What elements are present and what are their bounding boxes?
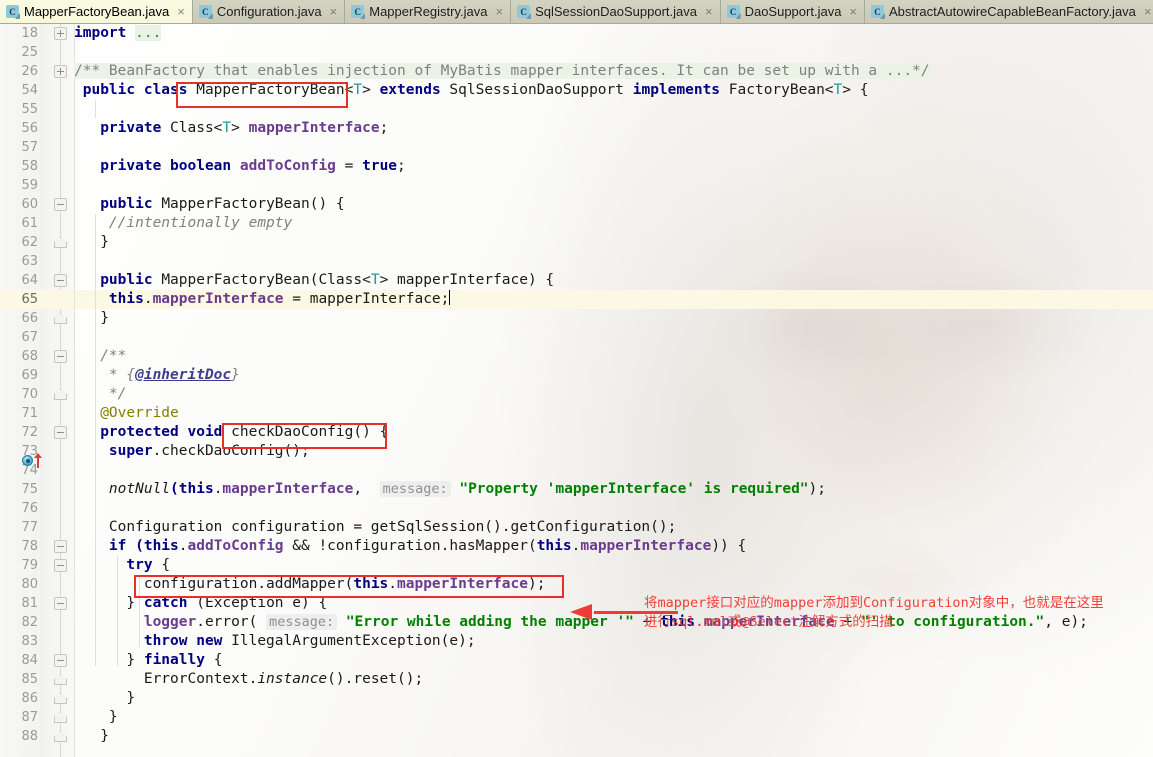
close-icon[interactable]: × — [496, 5, 504, 18]
code-line-65[interactable]: this.mapperInterface = mapperInterface; — [74, 290, 451, 309]
java-class-icon: C — [517, 5, 531, 18]
code-line-68[interactable]: /** — [74, 347, 126, 366]
code-line-80[interactable]: configuration.addMapper(this.mapperInter… — [74, 575, 546, 594]
tab-label: MapperFactoryBean.java — [24, 4, 170, 19]
tab-mapper-registry[interactable]: C MapperRegistry.java × — [345, 0, 512, 23]
close-icon[interactable]: × — [705, 5, 713, 18]
code-content[interactable]: import ... /** BeanFactory that enables … — [0, 24, 1153, 757]
java-class-icon: C — [871, 5, 885, 18]
code-line-66[interactable]: } — [74, 309, 109, 328]
annotation-text: 将mapper接口对应的mapper添加到Configuration对象中，也就… — [644, 594, 1149, 632]
java-class-icon: C — [351, 5, 365, 18]
code-line-86[interactable]: } — [74, 689, 135, 708]
tab-configuration[interactable]: C Configuration.java × — [192, 0, 346, 23]
tab-label: SqlSessionDaoSupport.java — [535, 4, 697, 19]
code-line-83[interactable]: throw new IllegalArgumentException(e); — [74, 632, 476, 651]
tab-label: MapperRegistry.java — [369, 4, 488, 19]
tab-label: Configuration.java — [216, 4, 322, 19]
close-icon[interactable]: × — [849, 5, 857, 18]
code-line-87[interactable]: } — [74, 708, 118, 727]
code-line-79[interactable]: try { — [74, 556, 170, 575]
code-line-72[interactable]: protected void checkDaoConfig() { — [74, 423, 388, 442]
code-line-71[interactable]: @Override — [74, 404, 179, 423]
code-line-54[interactable]: public class MapperFactoryBean<T> extend… — [74, 81, 869, 100]
tab-sql-session-dao-support[interactable]: C SqlSessionDaoSupport.java × — [511, 0, 721, 23]
code-line-62[interactable]: } — [74, 233, 109, 252]
java-class-icon: C — [726, 5, 740, 18]
tab-mapper-factory-bean[interactable]: C MapperFactoryBean.java × — [0, 0, 193, 23]
code-line-78[interactable]: if (this.addToConfig && !configuration.h… — [74, 537, 746, 556]
code-line-60[interactable]: public MapperFactoryBean() { — [74, 195, 344, 214]
code-line-81[interactable]: } catch (Exception e) { — [74, 594, 327, 613]
tab-label: AbstractAutowireCapableBeanFactory.java — [889, 4, 1136, 19]
tab-abstract-autowire-capable-bean-factory[interactable]: C AbstractAutowireCapableBeanFactory.jav… — [865, 0, 1153, 23]
tab-dao-support[interactable]: C DaoSupport.java × — [720, 0, 866, 23]
java-class-icon: C — [198, 5, 212, 18]
close-icon[interactable]: × — [1144, 5, 1152, 18]
editor-tab-bar: C MapperFactoryBean.java × C Configurati… — [0, 0, 1153, 24]
code-line-70[interactable]: */ — [74, 385, 126, 404]
close-icon[interactable]: × — [177, 5, 185, 18]
code-line-75[interactable]: notNull(this.mapperInterface, message: "… — [74, 480, 826, 499]
code-line-26[interactable]: /** BeanFactory that enables injection o… — [74, 62, 930, 81]
annotation-line-2: 进行sql.xml或@Select注解方式的扫描 — [644, 614, 893, 630]
code-line-69[interactable]: * {@inheritDoc} — [74, 366, 240, 385]
java-class-icon: C — [6, 5, 19, 18]
code-line-84[interactable]: } finally { — [74, 651, 222, 670]
code-line-77[interactable]: Configuration configuration = getSqlSess… — [74, 518, 676, 537]
code-line-88[interactable]: } — [74, 727, 109, 746]
tab-label: DaoSupport.java — [744, 4, 842, 19]
code-line-56[interactable]: private Class<T> mapperInterface; — [74, 119, 388, 138]
close-icon[interactable]: × — [330, 5, 338, 18]
code-line-73[interactable]: super.checkDaoConfig(); — [74, 442, 310, 461]
code-line-58[interactable]: private boolean addToConfig = true; — [74, 157, 406, 176]
code-line-85[interactable]: ErrorContext.instance().reset(); — [74, 670, 423, 689]
annotation-line-1: 将mapper接口对应的mapper添加到Configuration对象中，也就… — [644, 595, 1104, 611]
code-line-64[interactable]: public MapperFactoryBean(Class<T> mapper… — [74, 271, 554, 290]
code-line-61[interactable]: //intentionally empty — [74, 214, 292, 233]
code-line-18[interactable]: import ... — [74, 24, 162, 43]
code-editor[interactable]: 18 25 26 54 55 56 57 58 59 60 61 62 63 64 65 66 67 68 69 70… — [0, 24, 1153, 757]
